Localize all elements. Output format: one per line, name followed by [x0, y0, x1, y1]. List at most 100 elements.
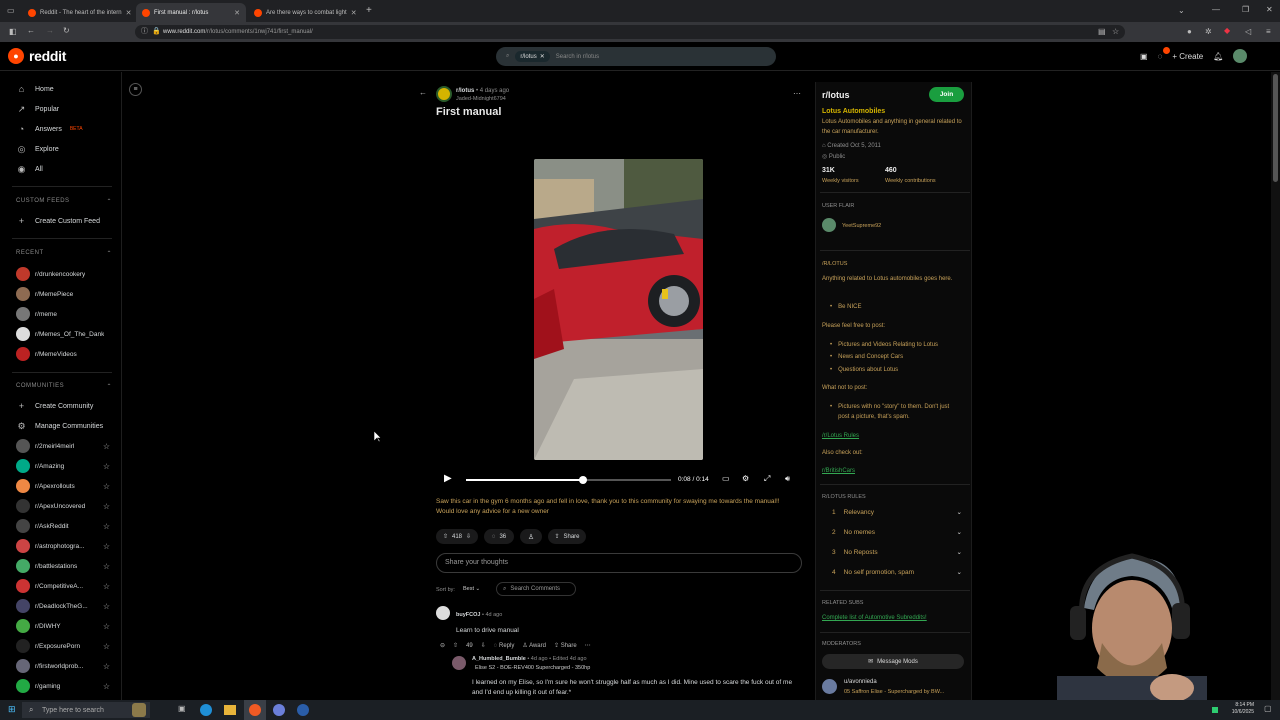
play-icon[interactable]: ▶	[444, 474, 452, 484]
subreddit-avatar[interactable]	[436, 86, 452, 102]
video-seekbar[interactable]	[466, 476, 671, 484]
award-button[interactable]: ♙ Award	[522, 642, 546, 649]
favorite-star-icon[interactable]: ☆	[103, 562, 110, 571]
search-comments[interactable]: ⌕ Search Comments	[496, 582, 576, 596]
favorite-star-icon[interactable]: ☆	[103, 622, 110, 631]
refresh-icon[interactable]: ↻	[63, 27, 70, 35]
favorite-star-icon[interactable]: ☆	[103, 582, 110, 591]
community-item[interactable]: r/firstworldprob... ☆	[16, 659, 110, 673]
post-subreddit-link[interactable]: r/lotus	[456, 88, 474, 94]
comment-author[interactable]: A_Humbled_Bumble	[472, 656, 526, 662]
rule-item[interactable]: 4 No self promotion, spam ⌄	[822, 565, 962, 579]
taskbar-search[interactable]: ⌕ Type here to search	[22, 702, 150, 718]
manage-communities[interactable]: ⚙ Manage Communities	[16, 419, 103, 433]
moderator-name[interactable]: u/avonnieda	[844, 677, 877, 687]
scrollbar-thumb[interactable]	[1273, 74, 1278, 182]
create-custom-feed[interactable]: + Create Custom Feed	[16, 214, 100, 228]
share-button[interactable]: ⇪ Share	[548, 529, 586, 544]
create-community[interactable]: + Create Community	[16, 399, 94, 413]
downvote-icon[interactable]: ⇩	[466, 533, 471, 540]
maximize-icon[interactable]: ❐	[1242, 6, 1249, 14]
comment-input[interactable]: Share your thoughts	[436, 553, 802, 573]
close-tab-icon[interactable]: ✕	[234, 9, 240, 17]
community-item[interactable]: r/Apexrollouts ☆	[16, 479, 110, 493]
recent-item[interactable]: r/drunkencookery	[16, 267, 110, 281]
favorite-star-icon[interactable]: ☆	[103, 442, 110, 451]
browser-tab-1[interactable]: Reddit - The heart of the intern ✕	[22, 3, 134, 22]
downvote-icon[interactable]: ⇩	[481, 642, 486, 649]
back-arrow-icon[interactable]: ←	[419, 89, 427, 97]
recent-item[interactable]: r/MemeVideos	[16, 347, 110, 361]
commenter-avatar[interactable]	[452, 656, 466, 670]
favorite-star-icon[interactable]: ☆	[103, 602, 110, 611]
comment-author[interactable]: buyFCOJ	[456, 612, 480, 618]
volume-icon[interactable]: 🔊︎	[785, 475, 790, 483]
new-tab-icon[interactable]: +	[366, 6, 372, 16]
file-explorer-icon[interactable]	[224, 705, 236, 715]
more-options-icon[interactable]: ⋯	[585, 642, 591, 649]
menu-icon[interactable]: ≡	[1266, 28, 1271, 36]
join-button[interactable]: Join	[929, 87, 964, 102]
recent-item[interactable]: r/meme	[16, 307, 110, 321]
nav-answers[interactable]: ◔ Answers BETA	[16, 122, 83, 136]
collapse-thread-icon[interactable]: ⊖	[440, 642, 445, 649]
rule-item[interactable]: 1 Relevancy ⌄	[822, 505, 962, 519]
close-window-icon[interactable]: ✕	[1266, 6, 1273, 14]
tab-actions-icon[interactable]: ▭	[7, 7, 15, 15]
comments-button[interactable]: ◌ 36	[484, 529, 514, 544]
community-item[interactable]: r/ExposurePorn ☆	[16, 639, 110, 653]
extensions-puzzle-icon[interactable]: ✲	[1205, 28, 1212, 36]
sidebar-toggle-icon[interactable]: ◧	[9, 28, 17, 36]
forward-icon[interactable]: →	[46, 27, 54, 35]
community-item[interactable]: r/Amazing ☆	[16, 459, 110, 473]
user-flair-name[interactable]: YeetSupreme92	[842, 221, 881, 231]
rule-item[interactable]: 3 No Reposts ⌄	[822, 545, 962, 559]
share-button[interactable]: ⇪ Share	[554, 642, 577, 649]
brave-shield-icon[interactable]: ◆	[1224, 27, 1230, 35]
community-item[interactable]: r/DeadlockTheG... ☆	[16, 599, 110, 613]
notifications-icon[interactable]: 🔔︎	[1213, 52, 1223, 61]
reddit-logo[interactable]: ● reddit	[8, 48, 66, 64]
upvote-icon[interactable]: ⇧	[453, 642, 458, 649]
favorite-star-icon[interactable]: ☆	[103, 682, 110, 691]
favorite-star-icon[interactable]: ☆	[103, 662, 110, 671]
ad-icon[interactable]: ▣	[1140, 52, 1148, 61]
post-author[interactable]: Jaded-Midnight6794	[456, 96, 506, 102]
subreddit-search-chip[interactable]: r/lotus ✕	[515, 51, 550, 62]
message-mods-button[interactable]: ✉ Message Mods	[822, 654, 964, 669]
collapse-sidebar-icon[interactable]: ≡	[129, 83, 142, 96]
settings-gear-icon[interactable]: ⚙	[742, 475, 749, 483]
nav-popular[interactable]: ↗ Popular	[16, 102, 59, 116]
nav-all[interactable]: ◉ All	[16, 162, 43, 176]
close-tab-icon[interactable]: ✕	[351, 9, 357, 17]
brave-app-active[interactable]	[244, 700, 266, 720]
windows-start-icon[interactable]: ⊞	[8, 705, 16, 714]
community-item[interactable]: r/DIWHY ☆	[16, 619, 110, 633]
edge-app-icon[interactable]	[200, 704, 212, 716]
favorite-star-icon[interactable]: ☆	[103, 522, 110, 531]
minimize-icon[interactable]: —	[1212, 6, 1220, 14]
steam-app-icon[interactable]	[297, 704, 309, 716]
community-item[interactable]: r/gaming ☆	[16, 679, 110, 693]
url-field[interactable]: ⓘ 🔒 www.reddit.com/r/lotus/comments/1nwj…	[135, 25, 1125, 39]
seekbar-handle[interactable]	[579, 476, 588, 484]
community-item[interactable]: r/2meirl4meirl ☆	[16, 439, 110, 453]
nav-explore[interactable]: ◎ Explore	[16, 142, 59, 156]
close-tab-icon[interactable]: ✕	[126, 9, 132, 17]
discord-app-icon[interactable]	[273, 704, 285, 716]
reply-button[interactable]: ◌ Reply	[494, 643, 515, 649]
british-cars-link[interactable]: r/BritishCars	[822, 466, 855, 476]
tab-search-icon[interactable]: ⌄	[1178, 7, 1185, 15]
user-avatar[interactable]	[1233, 49, 1248, 63]
favorite-star-icon[interactable]: ☆	[103, 542, 110, 551]
more-options-icon[interactable]: ⋯	[793, 90, 801, 98]
fullscreen-icon[interactable]: ⤢	[764, 475, 770, 483]
audio-icon[interactable]: ◁	[1245, 28, 1251, 36]
commenter-avatar[interactable]	[436, 606, 450, 620]
rules-link[interactable]: /r/Lotus Rules	[822, 431, 859, 441]
community-item[interactable]: r/CompetitiveA... ☆	[16, 579, 110, 593]
recent-item[interactable]: r/MemePiece	[16, 287, 110, 301]
sort-dropdown[interactable]: Best ⌄	[463, 586, 480, 592]
favorite-star-icon[interactable]: ☆	[103, 502, 110, 511]
favorite-star-icon[interactable]: ☆	[103, 482, 110, 491]
